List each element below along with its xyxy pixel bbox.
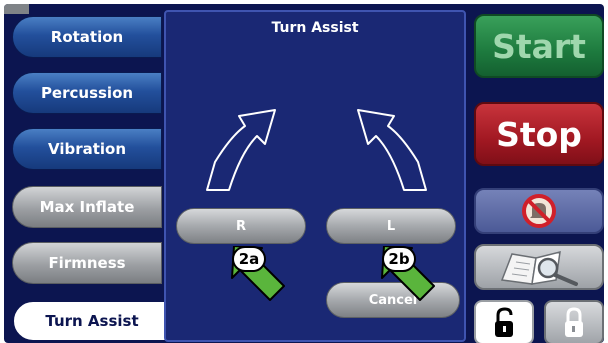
turn-right-button[interactable]: R	[176, 208, 306, 244]
manual-magnifier-icon	[500, 251, 578, 286]
tab-max-inflate[interactable]: Max Inflate	[12, 186, 162, 228]
tab-percussion[interactable]: Percussion	[12, 72, 162, 114]
control-screen: Rotation Percussion Vibration Max Inflat…	[4, 4, 604, 343]
unlock-button[interactable]	[474, 300, 534, 343]
lock-button[interactable]	[544, 300, 604, 343]
tab-turn-assist[interactable]: Turn Assist	[12, 300, 172, 342]
tab-rotation[interactable]: Rotation	[12, 16, 162, 58]
silence-alarm-icon	[522, 194, 556, 228]
top-cap	[4, 4, 29, 14]
turn-left-arrow-icon	[357, 109, 427, 191]
start-button[interactable]: Start	[474, 14, 604, 78]
turn-left-button[interactable]: L	[326, 208, 456, 244]
silence-alarm-button[interactable]	[474, 188, 604, 234]
panel-title: Turn Assist	[271, 20, 359, 36]
turn-right-arrow-icon	[206, 109, 276, 191]
lock-icon	[565, 306, 583, 337]
manual-button[interactable]	[474, 244, 604, 290]
tab-firmness[interactable]: Firmness	[12, 242, 162, 284]
callout-label-2a: 2a	[232, 246, 266, 272]
tab-vibration[interactable]: Vibration	[12, 128, 162, 170]
stop-button[interactable]: Stop	[474, 102, 604, 166]
unlock-icon	[495, 306, 513, 337]
callout-label-2b: 2b	[382, 246, 416, 272]
